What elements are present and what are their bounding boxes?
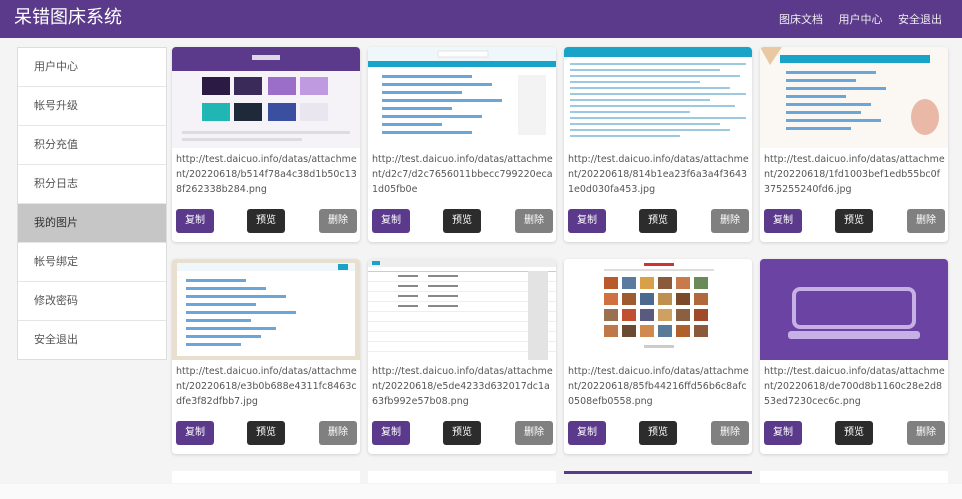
- copy-button[interactable]: 复制: [372, 209, 410, 233]
- copy-button[interactable]: 复制: [568, 209, 606, 233]
- delete-button[interactable]: 删除: [711, 421, 749, 445]
- image-url: http://test.daicuo.info/datas/attachment…: [372, 154, 553, 195]
- brand-title[interactable]: 呆错图床系统: [14, 7, 122, 29]
- preview-button[interactable]: 预览: [835, 209, 873, 233]
- preview-button[interactable]: 预览: [247, 421, 285, 445]
- image-url: http://test.daicuo.info/datas/attachment…: [568, 366, 749, 407]
- delete-button[interactable]: 删除: [515, 421, 553, 445]
- top-nav: 图床文档 用户中心 安全退出: [767, 11, 942, 27]
- delete-button[interactable]: 删除: [907, 209, 945, 233]
- card-actions: 复制 预览 删除: [764, 209, 945, 233]
- image-url: http://test.daicuo.info/datas/attachment…: [764, 366, 945, 407]
- sidebar-item-bind-account[interactable]: 帐号绑定: [18, 243, 166, 282]
- nav-user-center-link[interactable]: 用户中心: [839, 13, 883, 26]
- image-url: http://test.daicuo.info/datas/attachment…: [372, 366, 553, 407]
- image-card: http://test.daicuo.info/datas/attachment…: [760, 259, 948, 454]
- preview-button[interactable]: 预览: [247, 209, 285, 233]
- image-card: [368, 471, 556, 483]
- card-actions: 复制 预览 删除: [764, 421, 945, 445]
- image-card: http://test.daicuo.info/datas/attachment…: [564, 47, 752, 242]
- delete-button[interactable]: 删除: [711, 209, 749, 233]
- image-thumbnail[interactable]: [172, 47, 360, 148]
- top-navbar: 呆错图床系统 图床文档 用户中心 安全退出: [0, 0, 962, 38]
- delete-button[interactable]: 删除: [319, 209, 357, 233]
- image-card: http://test.daicuo.info/datas/attachment…: [368, 47, 556, 242]
- delete-button[interactable]: 删除: [319, 421, 357, 445]
- sidebar-item-points-log[interactable]: 积分日志: [18, 165, 166, 204]
- image-thumbnail[interactable]: [760, 259, 948, 360]
- image-thumbnail[interactable]: [564, 259, 752, 360]
- preview-button[interactable]: 预览: [443, 421, 481, 445]
- sidebar-item-logout[interactable]: 安全退出: [18, 321, 166, 359]
- image-card: http://test.daicuo.info/datas/attachment…: [760, 47, 948, 242]
- sidebar-item-upgrade[interactable]: 帐号升级: [18, 87, 166, 126]
- image-card: http://test.daicuo.info/datas/attachment…: [172, 47, 360, 242]
- image-card: [760, 471, 948, 483]
- laptop-icon: [760, 259, 948, 360]
- image-thumbnail[interactable]: [368, 47, 556, 148]
- copy-button[interactable]: 复制: [176, 209, 214, 233]
- copy-button[interactable]: 复制: [372, 421, 410, 445]
- delete-button[interactable]: 删除: [907, 421, 945, 445]
- next-row-cards-peek: [172, 471, 948, 483]
- preview-button[interactable]: 预览: [835, 421, 873, 445]
- image-url: http://test.daicuo.info/datas/attachment…: [568, 154, 749, 195]
- copy-button[interactable]: 复制: [176, 421, 214, 445]
- card-actions: 复制 预览 删除: [372, 209, 553, 233]
- image-thumbnail[interactable]: [172, 259, 360, 360]
- card-actions: 复制 预览 删除: [568, 209, 749, 233]
- delete-button[interactable]: 删除: [515, 209, 553, 233]
- page-bottom: [0, 484, 962, 499]
- image-card: http://test.daicuo.info/datas/attachment…: [368, 259, 556, 454]
- image-thumbnail[interactable]: [368, 259, 556, 360]
- card-actions: 复制 预览 删除: [568, 421, 749, 445]
- image-card: http://test.daicuo.info/datas/attachment…: [172, 259, 360, 454]
- sidebar-item-user-center[interactable]: 用户中心: [18, 48, 166, 87]
- sidebar-item-change-password[interactable]: 修改密码: [18, 282, 166, 321]
- sidebar-item-recharge[interactable]: 积分充值: [18, 126, 166, 165]
- copy-button[interactable]: 复制: [764, 421, 802, 445]
- image-thumbnail[interactable]: [564, 47, 752, 148]
- image-thumbnail[interactable]: [760, 47, 948, 148]
- sidebar-item-my-images[interactable]: 我的图片: [18, 204, 166, 243]
- card-actions: 复制 预览 删除: [176, 209, 357, 233]
- image-url: http://test.daicuo.info/datas/attachment…: [176, 154, 357, 195]
- sidebar-menu: 用户中心 帐号升级 积分充值 积分日志 我的图片 帐号绑定 修改密码 安全退出: [17, 47, 167, 360]
- preview-button[interactable]: 预览: [639, 209, 677, 233]
- image-card: http://test.daicuo.info/datas/attachment…: [564, 259, 752, 454]
- preview-button[interactable]: 预览: [443, 209, 481, 233]
- card-actions: 复制 预览 删除: [372, 421, 553, 445]
- card-actions: 复制 预览 删除: [176, 421, 357, 445]
- image-url: http://test.daicuo.info/datas/attachment…: [764, 154, 945, 195]
- image-url: http://test.daicuo.info/datas/attachment…: [176, 366, 357, 407]
- nav-logout-link[interactable]: 安全退出: [898, 13, 942, 26]
- copy-button[interactable]: 复制: [568, 421, 606, 445]
- copy-button[interactable]: 复制: [764, 209, 802, 233]
- image-card: [172, 471, 360, 483]
- nav-docs-link[interactable]: 图床文档: [779, 13, 823, 26]
- image-card: [564, 471, 752, 474]
- preview-button[interactable]: 预览: [639, 421, 677, 445]
